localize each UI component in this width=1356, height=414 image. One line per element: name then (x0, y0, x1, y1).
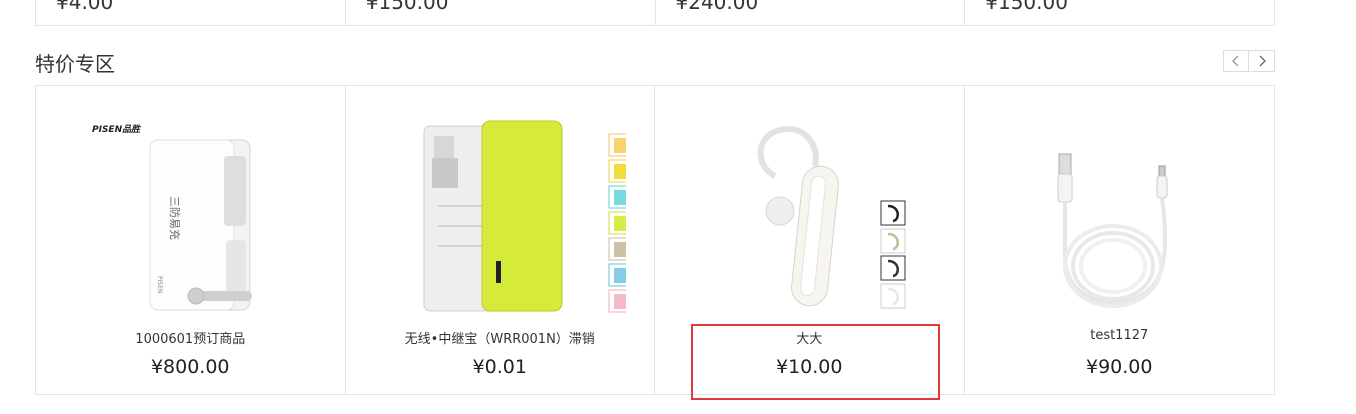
brand-logo: PISEN品胜 (92, 124, 142, 135)
color-swatches (880, 200, 906, 309)
bluetooth-earpiece-image (757, 126, 906, 309)
product-price: ¥150.00 (365, 0, 449, 14)
product-name: test1127 (1090, 328, 1149, 343)
previous-product-row: ¥4.00 ¥150.00 ¥240.00 ¥150.00 (35, 0, 1275, 26)
green-wireless-router-image (423, 120, 626, 313)
product-price: ¥90.00 (1086, 356, 1153, 378)
prev-button[interactable] (1223, 50, 1249, 72)
product-card[interactable]: ¥150.00 (965, 0, 1274, 25)
carousel-pager (1223, 50, 1275, 72)
special-offer-grid: PISEN品胜 三防易充 PISEN 1000601预订商品 ¥800.00 无… (35, 85, 1275, 395)
product-price: ¥240.00 (675, 0, 759, 14)
chevron-left-icon (1232, 55, 1239, 67)
svg-text:三防易充: 三防易充 (168, 196, 182, 240)
product-card[interactable]: PISEN品胜 三防易充 PISEN 1000601预订商品 ¥800.00 (36, 86, 346, 394)
usb-cable-image (1057, 153, 1167, 308)
product-card[interactable]: ¥4.00 (36, 0, 346, 25)
selection-highlight-box (691, 324, 940, 400)
chevron-right-icon (1259, 55, 1266, 67)
section-title: 特价专区 (35, 52, 115, 76)
product-name: 无线•中继宝（WRR001N）滞销 (404, 332, 595, 347)
product-price: ¥800.00 (150, 356, 230, 378)
product-card[interactable]: test1127 ¥90.00 (965, 86, 1275, 394)
product-card[interactable]: ¥150.00 (346, 0, 656, 25)
svg-text:PISEN: PISEN (156, 276, 163, 293)
product-price: ¥4.00 (56, 0, 114, 14)
product-card[interactable]: 无线•中继宝（WRR001N）滞销 ¥0.01 (346, 86, 655, 394)
next-button[interactable] (1249, 50, 1275, 72)
color-swatches (608, 133, 626, 313)
white-power-bank-image: PISEN品胜 三防易充 PISEN (92, 124, 252, 311)
product-price: ¥150.00 (985, 0, 1068, 14)
product-name: 1000601预订商品 (135, 332, 246, 347)
product-price: ¥0.01 (472, 356, 527, 378)
product-card[interactable]: ¥240.00 (656, 0, 966, 25)
